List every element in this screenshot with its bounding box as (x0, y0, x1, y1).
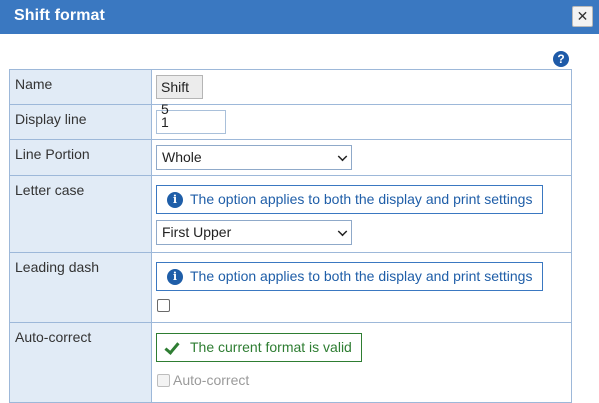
letter-case-select[interactable]: First Upper (156, 220, 352, 245)
row-name: Name Shift 5 (9, 69, 572, 117)
checkmark-icon (164, 339, 180, 355)
auto-correct-checkbox-label: Auto-correct (173, 372, 250, 388)
letter-case-selected: First Upper (162, 224, 232, 240)
dialog-title: Shift format (14, 7, 105, 24)
leading-dash-label: Leading dash (9, 252, 152, 323)
line-portion-select[interactable]: Whole (156, 145, 352, 170)
close-button[interactable]: ✕ (572, 6, 593, 27)
letter-case-info-box: i The option applies to both the display… (156, 185, 543, 214)
row-leading-dash: Leading dash i The option applies to bot… (9, 252, 572, 323)
name-label: Name (9, 69, 152, 105)
display-line-label: Display line (9, 104, 152, 140)
auto-correct-status-text: The current format is valid (190, 339, 352, 355)
name-field[interactable]: Shift 5 (156, 75, 203, 117)
auto-correct-checkbox (157, 373, 170, 387)
leading-dash-checkbox[interactable] (157, 299, 170, 312)
line-portion-label: Line Portion (9, 139, 152, 176)
chevron-down-icon (337, 151, 348, 162)
row-letter-case: Letter case i The option applies to both… (9, 175, 572, 253)
row-line-portion: Line Portion Whole (9, 139, 572, 176)
info-icon: i (167, 192, 183, 208)
format-form-table: Name Shift 5 Display line 1 Line Portion… (9, 69, 572, 403)
leading-dash-info-text: The option applies to both the display a… (190, 268, 533, 284)
auto-correct-status-box: The current format is valid (156, 333, 362, 362)
row-auto-correct: Auto-correct The current format is valid… (9, 322, 572, 403)
letter-case-info-text: The option applies to both the display a… (190, 191, 533, 207)
dialog-titlebar: Shift format ✕ (0, 0, 599, 34)
help-icon[interactable]: ? (553, 51, 569, 67)
letter-case-label: Letter case (9, 175, 152, 253)
line-portion-selected: Whole (162, 149, 202, 165)
leading-dash-info-box: i The option applies to both the display… (156, 262, 543, 291)
display-line-input[interactable]: 1 (156, 110, 226, 134)
chevron-down-icon (337, 226, 348, 237)
info-icon: i (167, 269, 183, 285)
close-icon: ✕ (576, 8, 589, 24)
row-display-line: Display line 1 (9, 104, 572, 140)
auto-correct-label: Auto-correct (9, 322, 152, 403)
